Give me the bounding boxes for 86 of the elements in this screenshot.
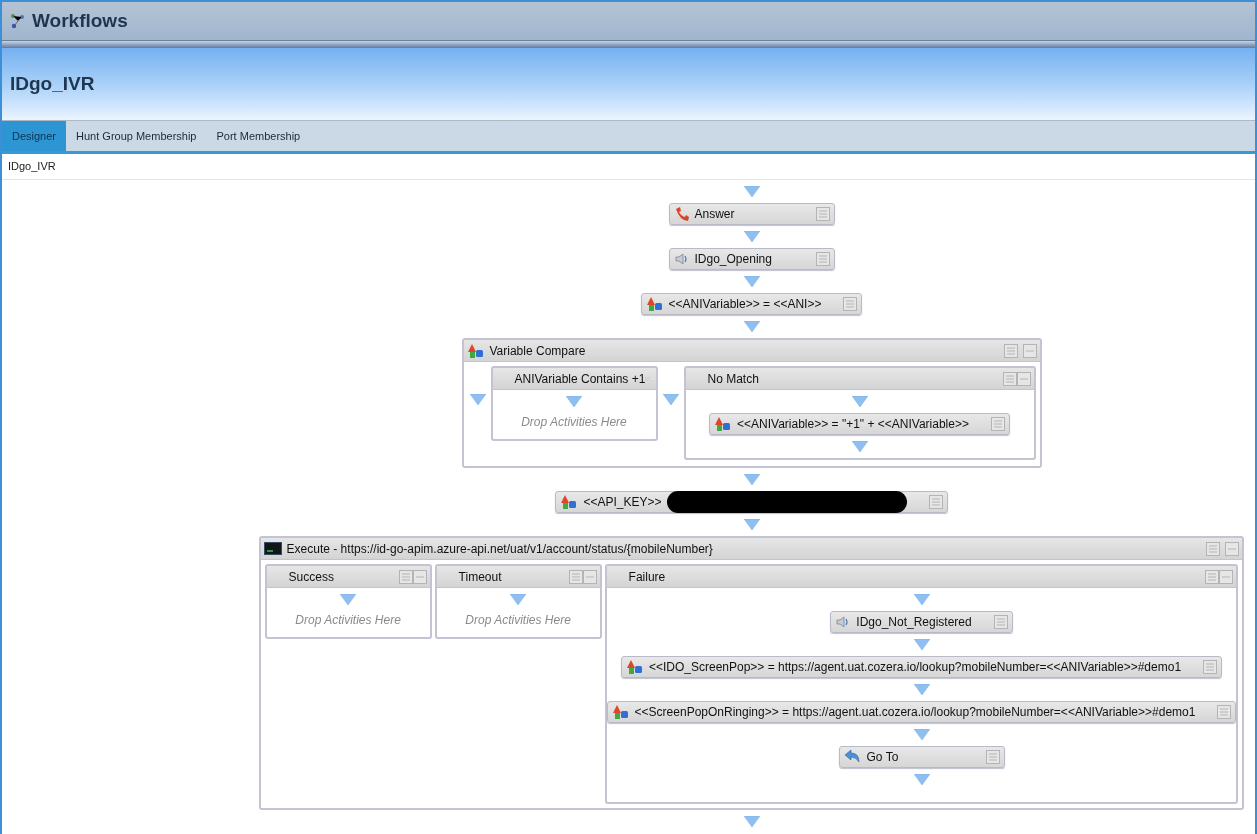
drop-arrow-icon	[743, 519, 760, 530]
activity-label: <<ANIVariable>> = "+1" + <<ANIVariable>>	[737, 416, 969, 433]
activity-label: IDgo_Not_Registered	[856, 614, 972, 631]
list-icon[interactable]	[843, 297, 858, 311]
shapes-icon	[560, 494, 579, 510]
splitter-bar[interactable]	[2, 40, 1255, 48]
drop-arrow-icon	[913, 684, 930, 695]
activity-label: <<ScreenPopOnRinging>> = https://agent.uat.cozera.io/lookup?mobileNumber=<<ANIVariable>>#demo1	[634, 704, 1196, 721]
tab[interactable]: Port Membership	[206, 121, 311, 151]
drop-arrow-icon	[913, 594, 930, 605]
drop-arrow-icon	[340, 594, 357, 605]
list-icon[interactable]	[568, 569, 583, 584]
branch-title: Success	[288, 568, 334, 586]
drop-arrow-icon	[913, 639, 930, 650]
speaker-icon	[673, 251, 690, 267]
activity-label: Answer	[694, 206, 735, 223]
activity-node[interactable]: <<ScreenPopOnRinging>> = https://agent.uat.cozera.io/lookup?mobileNumber=<<ANIVariable>>#demo1	[606, 701, 1237, 723]
breadcrumb: IDgo_IVR	[8, 159, 56, 175]
collapse-icon[interactable]	[1022, 343, 1037, 358]
activity-label: <<IDO_ScreenPop>> = https://agent.uat.cozera.io/lookup?mobileNumber=<<ANIVariable>>#demo1	[648, 659, 1182, 676]
drop-arrow-icon	[913, 729, 930, 740]
drop-arrow-icon	[913, 774, 930, 785]
drop-arrow-icon	[566, 396, 582, 407]
drop-arrow-icon	[743, 231, 760, 242]
phone-icon	[673, 206, 690, 222]
list-icon[interactable]	[815, 252, 830, 266]
activity-node[interactable]: Answer	[668, 203, 835, 225]
collapse-icon[interactable]	[582, 569, 597, 584]
drop-arrow-icon	[662, 394, 679, 405]
drop-arrow-icon	[743, 321, 760, 332]
shapes-icon	[466, 342, 485, 359]
tab[interactable]: Designer	[2, 121, 67, 151]
drop-arrow-icon	[743, 816, 760, 827]
list-icon[interactable]	[928, 495, 943, 509]
activity-node[interactable]: <<ANIVariable>> = "+1" + <<ANIVariable>>	[709, 413, 1010, 435]
drop-hint: Drop Activities Here	[465, 612, 571, 629]
activity-node[interactable]: <<API_KEY>>	[555, 491, 948, 513]
list-icon[interactable]	[1203, 660, 1218, 674]
list-icon[interactable]	[993, 615, 1008, 629]
collapse-icon[interactable]	[1016, 371, 1031, 386]
collapse-icon[interactable]	[1219, 569, 1234, 584]
activity-node[interactable]: IDgo_Not_Registered	[830, 611, 1013, 633]
activity-label: <<API_KEY>>	[583, 494, 662, 511]
shapes-icon	[611, 704, 630, 720]
list-icon[interactable]	[815, 207, 830, 221]
drop-arrow-icon	[510, 594, 527, 605]
activity-label: IDgo_Opening	[694, 251, 772, 268]
drop-arrow-icon	[743, 474, 760, 485]
drop-arrow-icon	[743, 276, 760, 287]
group-title: Variable Compare	[489, 342, 586, 360]
drop-arrow-icon	[851, 441, 868, 452]
collapse-icon[interactable]	[1225, 541, 1240, 556]
list-icon[interactable]	[990, 417, 1005, 431]
window-title: Workflows	[32, 8, 128, 33]
list-icon[interactable]	[398, 569, 413, 584]
list-icon[interactable]	[1206, 541, 1221, 556]
shapes-icon	[714, 416, 733, 432]
shapes-icon	[645, 296, 664, 312]
shapes-icon	[625, 659, 644, 675]
drop-hint: Drop Activities Here	[521, 414, 627, 431]
branch-title: Timeout	[458, 568, 502, 586]
activity-node[interactable]: <<ANIVariable>> = <<ANI>>	[640, 293, 863, 315]
list-icon[interactable]	[1003, 343, 1018, 358]
branch-title: ANIVariable Contains +1	[514, 370, 646, 388]
molecule-icon	[10, 13, 26, 29]
drop-arrow-icon	[743, 186, 760, 197]
group-title: Execute - https://id-go-apim.azure-api.net/uat/v1/account/status/{mobileNumber}	[286, 540, 713, 558]
drop-arrow-icon	[851, 396, 868, 407]
activity-node[interactable]: IDgo_Opening	[668, 248, 835, 270]
list-icon[interactable]	[1205, 569, 1220, 584]
list-icon[interactable]	[1002, 371, 1017, 386]
collapse-icon[interactable]	[412, 569, 427, 584]
workflow-title: IDgo_IVR	[10, 71, 95, 96]
terminal-icon	[263, 542, 282, 555]
activity-node[interactable]: Go To	[838, 746, 1005, 768]
activity-node[interactable]: <<IDO_ScreenPop>> = https://agent.uat.cozera.io/lookup?mobileNumber=<<ANIVariable>>#demo1	[620, 656, 1223, 678]
drop-arrow-icon	[469, 394, 486, 405]
list-icon[interactable]	[1217, 705, 1232, 719]
branch-title: No Match	[707, 370, 759, 388]
activity-label: <<ANIVariable>> = <<ANI>>	[668, 296, 822, 313]
tab[interactable]: Hunt Group Membership	[66, 121, 207, 151]
list-icon[interactable]	[985, 750, 1000, 764]
return-arrow-icon	[843, 749, 862, 765]
drop-hint: Drop Activities Here	[295, 612, 401, 629]
activity-label: Go To	[866, 749, 899, 766]
branch-title: Failure	[628, 568, 666, 586]
